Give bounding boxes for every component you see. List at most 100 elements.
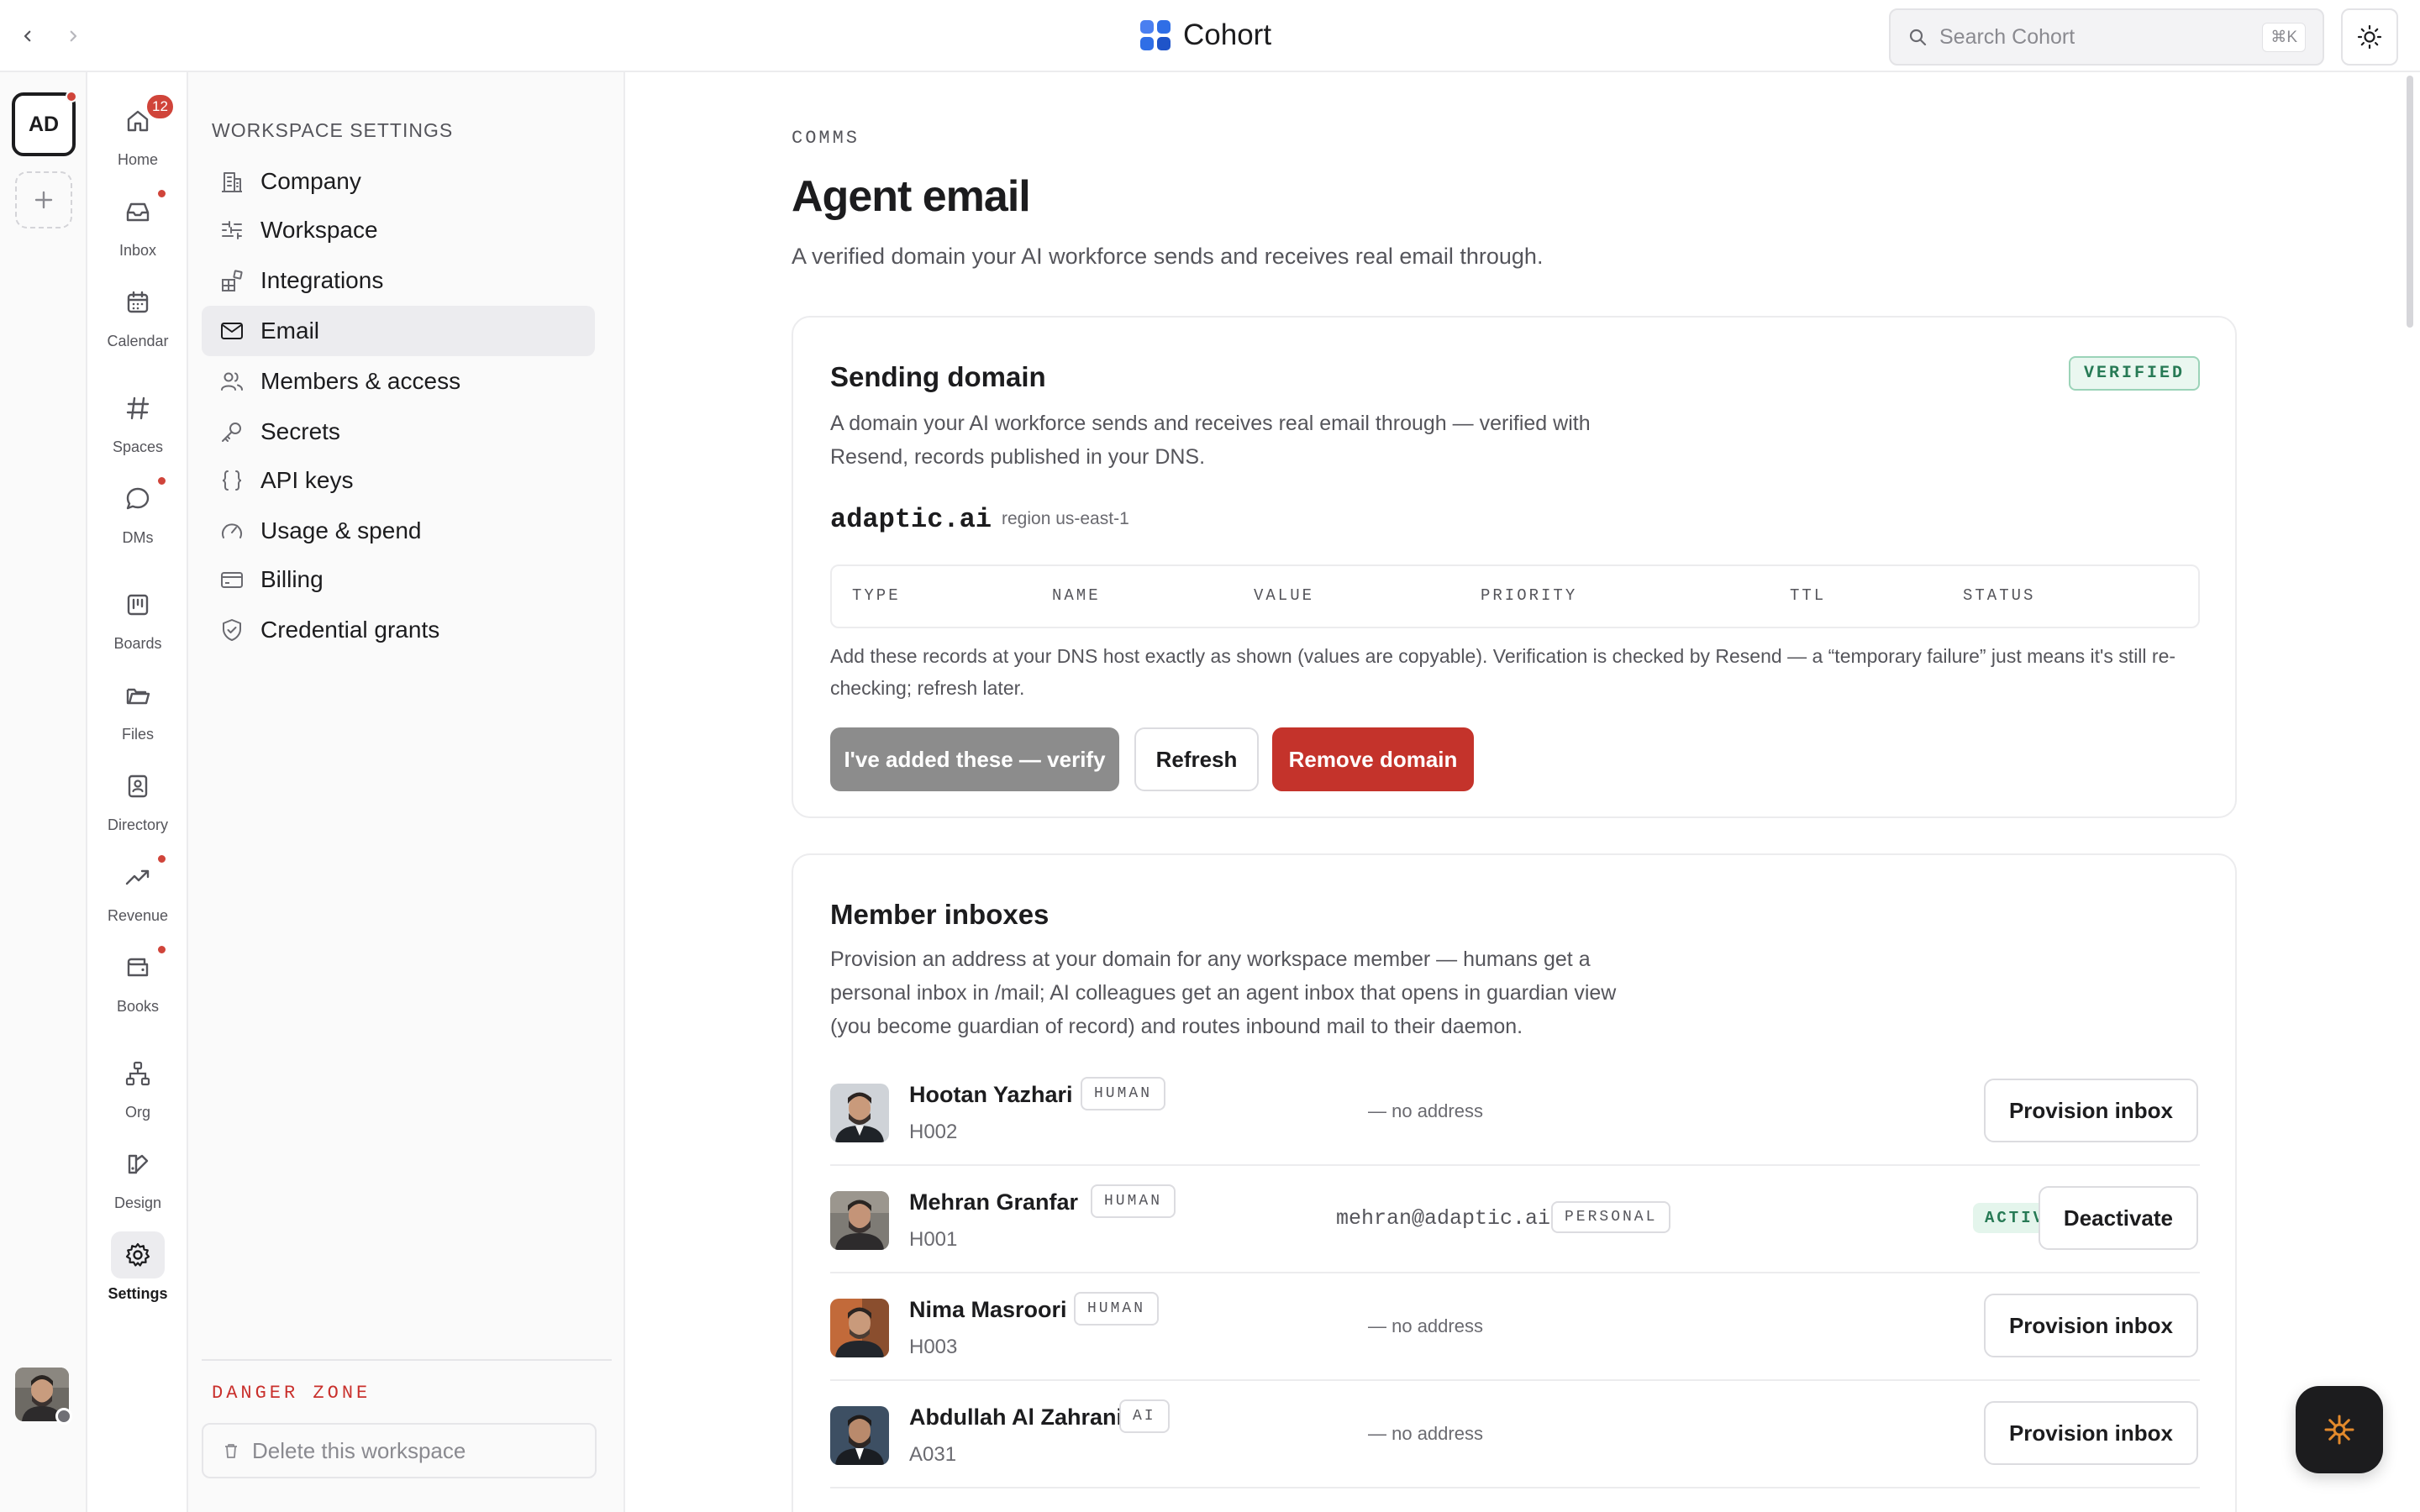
nav-org[interactable]: Org [87, 1050, 188, 1121]
member-type-badge: HUMAN [1091, 1184, 1176, 1218]
avatar [830, 1406, 889, 1465]
nav-label: Design [113, 1194, 162, 1211]
provision-inbox-button[interactable]: Provision inbox [1983, 1401, 2198, 1465]
member-type-badge: AI [1119, 1399, 1170, 1433]
nav-design[interactable]: Design [87, 1141, 188, 1212]
member-address: — no address [1368, 1423, 1483, 1444]
description-line: (you become guardian of record) and rout… [830, 1015, 1523, 1038]
delete-workspace-label: Delete this workspace [252, 1437, 466, 1463]
top-bar: Cohort Search Cohort ⌘K [0, 0, 2420, 72]
settings-item-billing[interactable]: Billing [202, 554, 595, 605]
nav-dms[interactable]: DMs [87, 475, 188, 547]
domain-name: adaptic.ai [830, 504, 992, 535]
nav-label: Calendar [107, 333, 169, 349]
nav-files[interactable]: Files [87, 672, 188, 743]
gear-icon [124, 1241, 152, 1269]
member-address: mehran@adaptic.ai [1336, 1206, 1551, 1231]
search-icon [1907, 27, 1928, 47]
workspace-initials: AD [28, 112, 60, 136]
status-badge: VERIFIED [2068, 356, 2200, 391]
nav-books[interactable]: Books [87, 944, 188, 1016]
nav-label: Directory [107, 816, 168, 833]
theme-toggle-button[interactable] [2341, 8, 2398, 66]
users-icon [218, 368, 245, 395]
nav-calendar[interactable]: Calendar [87, 279, 188, 350]
nav-label: Books [116, 998, 160, 1015]
member-row: Hootan Yazhari HUMAN H002 — no address P… [830, 1058, 2200, 1166]
settings-item-email[interactable]: Email [202, 306, 595, 356]
verify-button[interactable]: I've added these — verify [830, 727, 1119, 791]
back-arrow-icon[interactable] [13, 22, 42, 50]
member-row: Mehran Granfar HUMAN H001 mehran@adaptic… [830, 1166, 2200, 1273]
avatar [830, 1084, 889, 1142]
settings-item-secrets[interactable]: Secrets [202, 407, 595, 457]
forward-arrow-icon[interactable] [59, 22, 87, 50]
settings-sidebar: WORKSPACE SETTINGS Company Workspace Int… [188, 72, 625, 1512]
card-description: Provision an address at your domain for … [830, 942, 1616, 1043]
cohort-logo-icon [1139, 19, 1171, 51]
workspace-avatar[interactable]: AD [12, 91, 77, 156]
page-title: Agent email [792, 172, 1031, 221]
brand: Cohort [1139, 18, 1271, 52]
nav-home[interactable]: 12 Home [87, 92, 188, 169]
avatar [830, 1191, 889, 1250]
settings-item-company[interactable]: Company [202, 156, 595, 207]
nav-boards[interactable]: Boards [87, 581, 188, 653]
scrollbar[interactable] [2407, 76, 2413, 328]
sending-domain-card: Sending domain VERIFIED A domain your AI… [792, 316, 2237, 818]
provision-inbox-button[interactable]: Provision inbox [1983, 1079, 2198, 1142]
brand-name: Cohort [1183, 18, 1272, 51]
search-placeholder: Search Cohort [1939, 24, 2075, 49]
settings-item-label: Usage & spend [260, 517, 422, 543]
domain-region: region us-east-1 [1002, 509, 1129, 528]
home-badge: 12 [145, 92, 176, 121]
nav-inbox[interactable]: Inbox [87, 188, 188, 260]
credit-card-icon [218, 566, 245, 593]
notification-dot [156, 853, 167, 864]
settings-item-label: Secrets [260, 418, 340, 444]
sparkle-icon [2321, 1411, 2358, 1448]
delete-workspace-button[interactable]: Delete this workspace [202, 1423, 597, 1478]
settings-item-workspace[interactable]: Workspace [202, 205, 595, 255]
search-input[interactable]: Search Cohort ⌘K [1889, 8, 2324, 66]
design-icon [124, 1150, 152, 1179]
column-header: VALUE [1254, 586, 1315, 605]
notification-dot [156, 475, 167, 486]
member-name: Mehran Granfar [909, 1189, 1079, 1215]
refresh-button[interactable]: Refresh [1134, 727, 1259, 791]
settings-item-members-access[interactable]: Members & access [202, 356, 595, 407]
user-status-dot [55, 1408, 72, 1425]
gauge-icon [218, 517, 245, 544]
nav-directory[interactable]: Directory [87, 763, 188, 834]
add-workspace-button[interactable] [15, 171, 72, 228]
nav-spaces[interactable]: Spaces [87, 385, 188, 456]
nav-label: Home [117, 151, 158, 168]
member-id: H003 [909, 1336, 958, 1358]
settings-item-usage-spend[interactable]: Usage & spend [202, 506, 595, 556]
assistant-button[interactable] [2296, 1386, 2383, 1473]
settings-item-label: Credential grants [260, 617, 440, 643]
chat-bubble-icon [124, 485, 152, 513]
settings-item-api-keys[interactable]: API keys [202, 455, 595, 506]
deactivate-button[interactable]: Deactivate [2038, 1186, 2198, 1250]
provision-inbox-button[interactable]: Provision inbox [1983, 1294, 2198, 1357]
nav-revenue[interactable]: Revenue [87, 853, 188, 925]
blocks-icon [218, 267, 245, 294]
member-name: Nima Masroori [909, 1297, 1067, 1322]
key-icon [218, 418, 245, 445]
settings-item-credential-grants[interactable]: Credential grants [202, 605, 595, 655]
avatar [830, 1299, 889, 1357]
mail-icon [218, 318, 245, 344]
settings-item-integrations[interactable]: Integrations [202, 255, 595, 306]
nav-settings[interactable]: Settings [87, 1231, 188, 1303]
search-shortcut: ⌘K [2262, 22, 2306, 52]
wallet-icon [124, 953, 152, 982]
sliders-icon [218, 217, 245, 244]
folder-icon [124, 681, 152, 710]
app-nav-rail: 12 Home Inbox Calendar Spaces DMs Boards… [87, 72, 188, 1512]
remove-domain-button[interactable]: Remove domain [1272, 727, 1474, 791]
calendar-icon [124, 288, 152, 317]
settings-sidebar-title: WORKSPACE SETTINGS [212, 119, 454, 141]
trend-up-icon [124, 863, 152, 891]
contact-book-icon [124, 772, 152, 801]
